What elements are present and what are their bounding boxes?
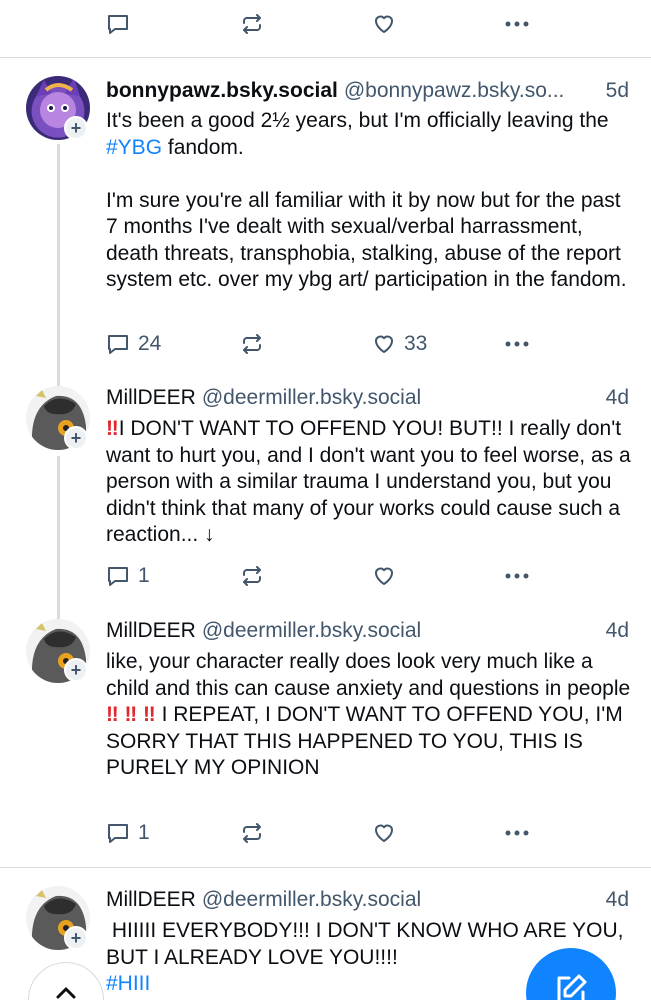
post-time[interactable]: 4d bbox=[598, 888, 629, 912]
post-header: MillDEER @deermiller.bsky.social 4d bbox=[106, 888, 629, 916]
display-name[interactable]: MillDEER bbox=[106, 888, 196, 912]
pencil-icon bbox=[557, 974, 587, 1000]
hashtag-link[interactable]: #HIII bbox=[106, 972, 150, 995]
follow-button[interactable]: + bbox=[64, 926, 88, 950]
chevron-up-icon bbox=[56, 987, 76, 999]
user-handle[interactable]: @deermiller.bsky.social bbox=[202, 888, 421, 912]
post-milldeer-3[interactable]: + MillDEER @deermiller.bsky.social 4d HI… bbox=[0, 0, 651, 1000]
plus-icon: + bbox=[66, 928, 86, 948]
